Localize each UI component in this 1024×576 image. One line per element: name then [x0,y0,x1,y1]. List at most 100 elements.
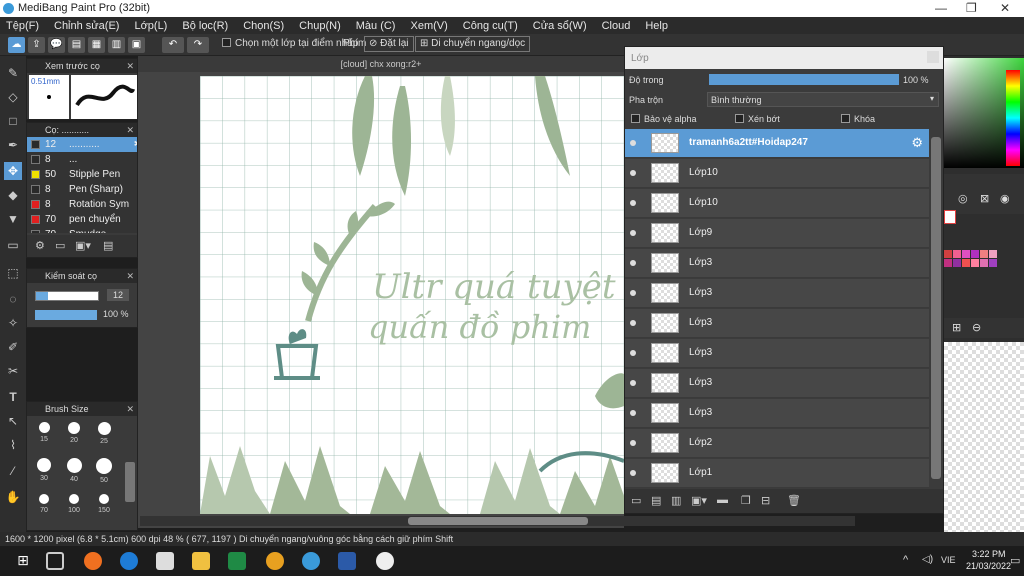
layer-settings-icon[interactable]: ⚙ [911,135,923,151]
brush-size-option[interactable]: 25 [92,422,116,452]
zoom-fit-icon[interactable]: ⊞ [952,321,961,334]
medibang-taskbar-icon[interactable] [376,552,394,570]
layer-row[interactable]: Lớp3 [625,399,929,428]
eye-icon[interactable] [630,290,636,296]
layer-row[interactable]: Lớp1 [625,459,929,488]
layer-row[interactable]: Lớp3 [625,249,929,278]
eye-icon[interactable] [630,260,636,266]
brush-add-icon[interactable]: ▭ [55,239,65,252]
menu-item-9[interactable]: Cửa sổ(W) [533,20,587,32]
delete-layer-icon[interactable]: 🗑 [787,494,801,507]
palette-swatch[interactable] [944,259,952,267]
brush-size-option[interactable]: 15 [32,422,56,452]
text-tool-icon[interactable]: T [4,388,22,406]
move-tool-icon[interactable]: ✥ [4,162,22,180]
layer-row[interactable]: Lớp10 [625,189,929,218]
brush-size-option[interactable]: 20 [62,422,86,452]
select-pen-icon[interactable]: ✐ [4,338,22,356]
close-icon[interactable]: ✕ [1000,1,1010,15]
brush-item[interactable]: 70 pen chuyển [27,212,137,227]
eyedropper-icon[interactable]: ⌇ [4,436,22,454]
brush-item[interactable]: 70 Smudge [27,227,137,233]
fill-tool-icon[interactable]: ◆ [4,186,22,204]
layer-row[interactable]: tramanh6a2tt#Hoidap247 ⚙ [625,129,929,158]
store-icon[interactable] [156,552,174,570]
brush-item[interactable]: 8 Pen (Sharp) [27,182,137,197]
notification-icon[interactable]: ▭ [1010,554,1020,567]
chat-icon[interactable]: 💬 [48,37,65,53]
maximize-icon[interactable]: ❐ [966,1,977,15]
eye-icon[interactable] [630,350,636,356]
operation-tool-icon[interactable]: ↖ [4,412,22,430]
horizontal-scrollbar[interactable] [140,516,855,526]
eye-icon[interactable] [630,140,636,146]
layer-row[interactable]: Lớp10 [625,159,929,188]
palette-swatch[interactable] [962,259,970,267]
gradient-tool-icon[interactable]: ▭ [4,236,22,254]
hue-slider[interactable] [1006,70,1020,166]
undo-icon[interactable]: ↶ [162,37,184,53]
brush-size-option[interactable]: 30 [32,458,56,488]
menu-item-1[interactable]: Chỉnh sửa(E) [54,20,119,32]
clock-time[interactable]: 3:22 PM [972,549,1006,559]
new-color-layer-icon[interactable]: ▤ [651,494,661,507]
layer-row[interactable]: Lớp3 [625,369,929,398]
select-eraser-icon[interactable]: ✂ [4,362,22,380]
menu-item-2[interactable]: Lớp(L) [134,20,167,32]
brush-opacity-slider[interactable] [35,310,97,320]
eye-icon[interactable] [630,200,636,206]
chrome-icon[interactable] [266,552,284,570]
hand-tool-icon[interactable]: ✋ [4,488,22,506]
eye-icon[interactable] [630,470,636,476]
firefox-icon[interactable] [84,552,102,570]
menu-item-4[interactable]: Chọn(S) [243,20,284,32]
tray-chevron-icon[interactable]: ^ [903,554,908,566]
brush-size-option[interactable]: 50 [92,458,116,488]
brush-tool-icon[interactable]: ✎ [4,64,22,82]
layer-row[interactable]: Lớp9 [625,219,929,248]
chrome-profile-icon[interactable] [302,552,320,570]
move-hv-button[interactable]: ⊞ Di chuyển ngang/dọc [415,36,531,52]
eye-icon[interactable] [630,320,636,326]
canvas-tab-title[interactable]: [cloud] chx xong:r2+ [138,56,624,72]
palette-swatch[interactable] [962,250,970,258]
volume-icon[interactable]: ◁) [922,554,933,565]
layer-blend-select[interactable]: Bình thường ▾ [707,92,939,107]
menu-item-7[interactable]: Xem(V) [410,20,447,32]
lasso-icon[interactable]: ◌ [4,290,22,308]
rotate-icon[interactable]: ◎ [958,192,968,205]
brush-size-scrollbar[interactable] [125,462,135,502]
fit-icon[interactable]: ⊠ [980,192,989,205]
zoom-out-icon[interactable]: ⊖ [972,321,981,334]
select-rect-icon[interactable]: ⬚ [4,264,22,282]
palette-swatch[interactable] [971,250,979,258]
palette-swatch[interactable] [944,250,952,258]
brush-size-option[interactable]: 150 [92,494,116,524]
palette-swatch[interactable] [989,259,997,267]
divide-tool-icon[interactable]: ⁄ [4,462,22,480]
brush-size-value[interactable]: 12 [107,289,129,301]
layout-icon[interactable]: ▣ [128,37,145,53]
menu-item-10[interactable]: Cloud [602,20,631,32]
document-icon[interactable]: ▦ [88,37,105,53]
task-view-icon[interactable] [46,552,64,570]
palette-swatch[interactable] [953,250,961,258]
excel-icon[interactable] [228,552,246,570]
reset-button[interactable]: ⊘ Đặt lại [364,36,414,52]
clip-checkbox[interactable]: Xén bớt [735,114,780,124]
brush-size-option[interactable]: 100 [62,494,86,524]
bucket-tool-icon[interactable]: ▼ [4,210,22,228]
brush-item[interactable]: 12........... ✱ [27,137,137,152]
protect-alpha-checkbox[interactable]: Bảo vệ alpha [631,114,697,124]
brush-item[interactable]: 50 Stipple Pen [27,167,137,182]
palette-swatch[interactable] [971,259,979,267]
menu-item-0[interactable]: Tệp(F) [6,20,39,32]
brush-item-settings-icon[interactable]: ✱ [134,137,137,152]
layer-row[interactable]: Lớp2 [625,429,929,458]
cloud-icon[interactable]: ☁ [8,37,25,53]
brush-size-option[interactable]: 40 [62,458,86,488]
new-layer-icon[interactable]: ▭ [631,494,641,507]
eye-icon[interactable] [630,230,636,236]
eraser-tool-icon[interactable]: ◇ [4,88,22,106]
layer-scrollbar[interactable] [931,137,941,479]
